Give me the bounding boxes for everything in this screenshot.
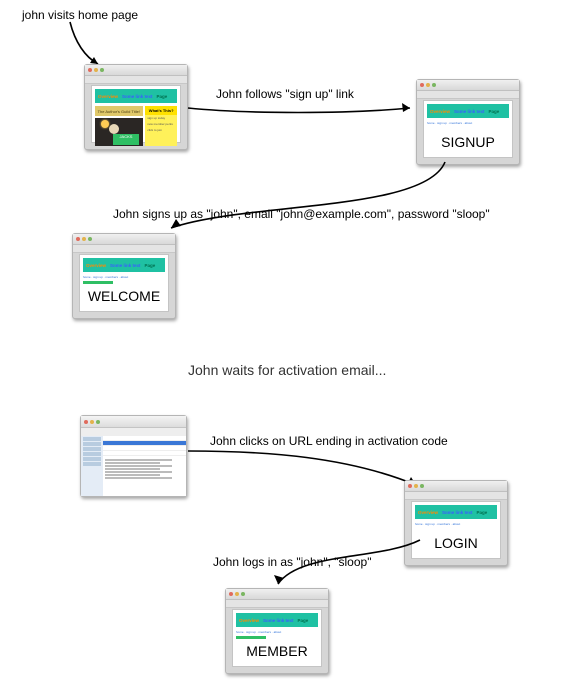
nav-links: home · sign up · members · about: [236, 630, 318, 634]
browser-toolbar: [417, 91, 519, 99]
caption-step-1: John follows "sign up" link: [216, 87, 354, 101]
hero-photo: JACKS: [95, 118, 143, 146]
screen-title: SIGNUP: [417, 134, 519, 150]
screen-welcome: Overview Some link text Page home · sign…: [72, 233, 176, 319]
screen-title: LOGIN: [405, 535, 507, 551]
site-banner: Overview Some link text Page: [95, 89, 177, 103]
minimize-icon: [414, 484, 418, 488]
sticky-note: What's This? sign up today new member pe…: [145, 106, 177, 146]
arrow-signup-to-welcome: [165, 162, 465, 242]
minimize-icon: [94, 68, 98, 72]
nav-links: home · sign up · members · about: [427, 121, 509, 125]
zoom-icon: [96, 420, 100, 424]
browser-toolbar: [405, 492, 507, 500]
window-titlebar: [85, 65, 187, 76]
caption-step-3: John clicks on URL ending in activation …: [210, 434, 448, 448]
banner-word-2: Some link text: [122, 94, 153, 99]
browser-toolbar: [73, 245, 175, 253]
window-titlebar: [417, 80, 519, 91]
site-banner: Overview Some link text Page: [427, 104, 509, 118]
close-icon: [84, 420, 88, 424]
caption-step-4: John logs in as "john", "sloop": [213, 555, 371, 569]
sticky-line: click to join: [145, 127, 177, 133]
close-icon: [408, 484, 412, 488]
close-icon: [420, 83, 424, 87]
zoom-icon: [241, 592, 245, 596]
caption-intermission: John waits for activation email...: [188, 362, 386, 378]
page-content: Overview Some link text Page The Author'…: [91, 85, 181, 143]
close-icon: [229, 592, 233, 596]
flow-diagram-canvas: john visits home page Overview Some link…: [0, 0, 567, 685]
caption-step-2: John signs up as "john", email "john@exa…: [113, 207, 490, 221]
banner-word-1: Overview: [98, 94, 118, 99]
zoom-icon: [100, 68, 104, 72]
zoom-icon: [88, 237, 92, 241]
browser-toolbar: [85, 76, 187, 84]
window-titlebar: [226, 589, 328, 600]
screen-member: Overview Some link text Page home · sign…: [225, 588, 329, 674]
browser-toolbar: [226, 600, 328, 608]
hero-strip: The Author's Guild Title!: [95, 106, 143, 116]
minimize-icon: [426, 83, 430, 87]
arrow-mail-to-login: [188, 445, 428, 505]
screen-signup: Overview Some link text Page home · sign…: [416, 79, 520, 165]
mail-sidebar: [81, 436, 104, 496]
lamp-icon: [101, 120, 109, 128]
site-banner: Overview Some link text Page: [236, 613, 318, 627]
zoom-icon: [420, 484, 424, 488]
screen-title: MEMBER: [226, 643, 328, 659]
accent-bar: [236, 636, 266, 639]
site-banner: Overview Some link text Page: [415, 505, 497, 519]
screen-login: Overview Some link text Page home · sign…: [404, 480, 508, 566]
sign-text: JACKS: [113, 134, 139, 145]
window-titlebar: [73, 234, 175, 245]
close-icon: [76, 237, 80, 241]
banner-word-3: Page: [157, 94, 168, 99]
caption-visits-home: john visits home page: [22, 8, 138, 22]
mail-body: [103, 456, 186, 496]
zoom-icon: [432, 83, 436, 87]
sticky-head: What's This?: [145, 106, 177, 115]
mail-message-list: [103, 436, 186, 457]
minimize-icon: [90, 420, 94, 424]
close-icon: [88, 68, 92, 72]
screen-home: Overview Some link text Page The Author'…: [84, 64, 188, 150]
face-icon: [109, 124, 119, 134]
site-banner: Overview Some link text Page: [83, 258, 165, 272]
screen-title: WELCOME: [73, 288, 175, 304]
nav-links: home · sign up · members · about: [83, 275, 165, 279]
minimize-icon: [235, 592, 239, 596]
window-titlebar: [81, 416, 186, 428]
accent-bar: [83, 281, 113, 284]
nav-links: home · sign up · members · about: [415, 522, 497, 526]
arrow-home-to-signup: [188, 100, 418, 140]
window-titlebar: [405, 481, 507, 492]
minimize-icon: [82, 237, 86, 241]
screen-email-client: [80, 415, 187, 497]
